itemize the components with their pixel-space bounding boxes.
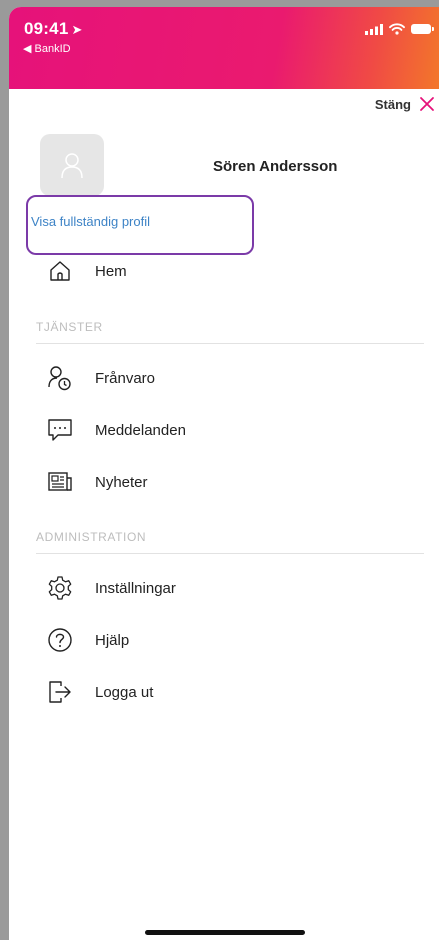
section-title-administration: ADMINISTRATION	[36, 530, 147, 544]
person-clock-icon	[47, 365, 73, 391]
menu-item-logout[interactable]: Logga ut	[47, 675, 153, 709]
logout-icon	[47, 679, 73, 705]
status-bar: 09:41 ➤ ◀ BankID	[9, 7, 439, 89]
location-arrow-icon: ➤	[71, 22, 83, 37]
wifi-icon	[389, 23, 405, 35]
menu-item-news[interactable]: Nyheter	[47, 465, 148, 499]
menu-item-label: Inställningar	[95, 579, 176, 597]
menu-item-label: Hjälp	[95, 631, 130, 649]
close-button[interactable]: Stäng	[375, 96, 435, 112]
user-placeholder-icon	[61, 153, 83, 179]
close-label: Stäng	[374, 96, 411, 112]
section-title-services: TJÄNSTER	[36, 320, 103, 334]
newspaper-icon	[47, 469, 73, 495]
clock-text: 09:41	[24, 19, 69, 38]
gear-icon	[47, 575, 73, 601]
menu-item-label: Logga ut	[95, 683, 154, 701]
side-menu-screen: 09:41 ➤ ◀ BankID Stäng Sören Andersson V…	[9, 7, 439, 940]
home-icon	[47, 258, 73, 284]
menu-item-label: Meddelanden	[95, 421, 186, 439]
menu-item-help[interactable]: Hjälp	[47, 623, 129, 657]
cellular-signal-icon	[365, 23, 383, 35]
chat-bubble-icon	[47, 417, 73, 443]
section-divider	[36, 553, 424, 554]
help-icon	[47, 627, 73, 653]
menu-item-messages[interactable]: Meddelanden	[47, 413, 186, 447]
back-to-bankid-link[interactable]: ◀ BankID	[23, 42, 71, 55]
menu-item-home[interactable]: Hem	[47, 254, 127, 288]
menu-item-absence[interactable]: Frånvaro	[47, 361, 155, 395]
section-divider	[36, 343, 424, 344]
menu-item-label: Hem	[95, 262, 127, 280]
menu-item-label: Nyheter	[95, 473, 148, 491]
user-name: Sören Andersson	[213, 158, 338, 175]
avatar	[40, 134, 104, 196]
view-full-profile-link[interactable]: Visa fullständig profil	[31, 214, 150, 229]
menu-item-label: Frånvaro	[95, 369, 156, 387]
home-indicator[interactable]	[145, 930, 305, 935]
status-time: 09:41 ➤	[24, 19, 83, 39]
battery-icon	[411, 24, 434, 34]
menu-item-settings[interactable]: Inställningar	[47, 571, 176, 605]
close-icon[interactable]	[419, 96, 435, 112]
status-icons	[365, 23, 434, 35]
